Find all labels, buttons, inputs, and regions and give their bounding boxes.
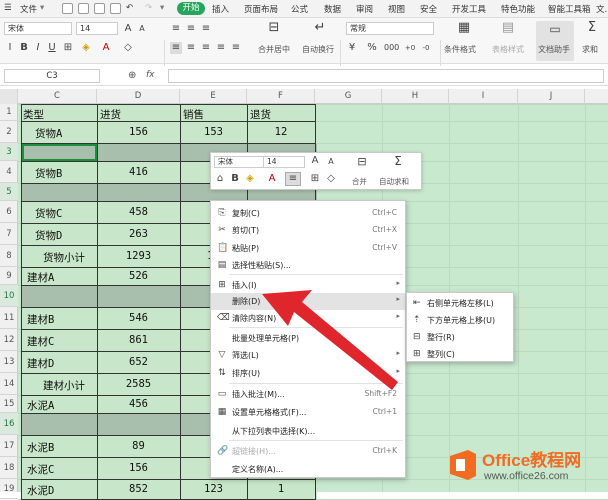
annotation-arrow (262, 290, 398, 390)
office-logo-icon (450, 450, 476, 480)
watermark-url: www.office26.com (484, 470, 569, 482)
arrow-shape (262, 290, 398, 390)
watermark-logo: Office教程网 www.office26.com (444, 440, 608, 492)
watermark-brand: Office教程网 (482, 451, 582, 470)
